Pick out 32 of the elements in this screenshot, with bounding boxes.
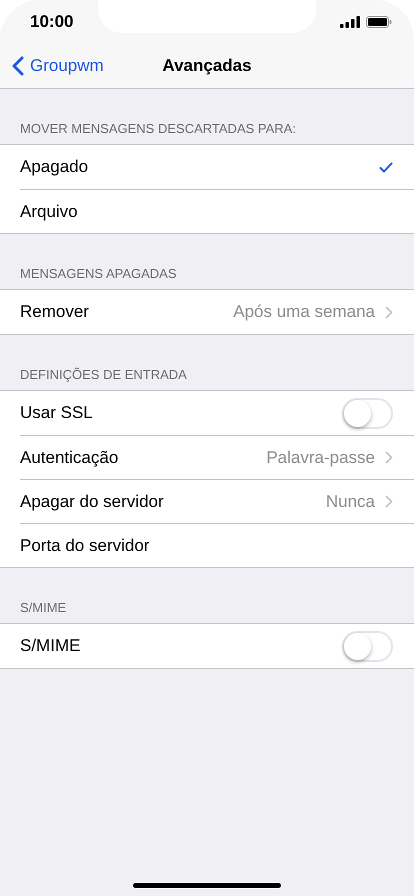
row-label: Apagado bbox=[20, 157, 88, 177]
row-label: Apagar do servidor bbox=[20, 492, 164, 512]
settings-row[interactable]: Apagado bbox=[20, 145, 414, 189]
settings-row[interactable]: Arquivo bbox=[20, 189, 414, 233]
row-label: S/MIME bbox=[20, 636, 80, 656]
signal-icon bbox=[340, 16, 360, 28]
chevron-right-icon bbox=[385, 451, 393, 464]
back-button[interactable]: Groupwm bbox=[0, 56, 104, 76]
row-value: Palavra-passe bbox=[266, 448, 375, 468]
row-label: Usar SSL bbox=[20, 403, 93, 423]
row-value: Após uma semana bbox=[233, 302, 375, 322]
settings-row[interactable]: Apagar do servidor Nunca bbox=[20, 479, 414, 523]
row-label: Arquivo bbox=[20, 202, 78, 222]
chevron-left-icon bbox=[12, 56, 24, 76]
settings-row[interactable]: Usar SSL bbox=[20, 391, 414, 435]
toggle-switch[interactable] bbox=[342, 398, 393, 428]
section-header: MENSAGENS APAGADAS bbox=[20, 266, 177, 281]
row-value: Nunca bbox=[326, 492, 375, 512]
chevron-right-icon bbox=[385, 306, 393, 318]
row-label: Porta do servidor bbox=[20, 536, 150, 556]
settings-row[interactable]: Porta do servidor bbox=[20, 523, 414, 567]
status-time: 10:00 bbox=[30, 12, 74, 32]
section-header: S/MIME bbox=[20, 600, 66, 615]
battery-icon bbox=[366, 16, 392, 28]
toggle-switch[interactable] bbox=[342, 630, 393, 662]
settings-row[interactable]: Autenticação Palavra-passe bbox=[20, 435, 414, 479]
nav-title: Avançadas bbox=[162, 56, 252, 76]
chevron-right-icon bbox=[385, 495, 393, 508]
row-label: Remover bbox=[20, 302, 89, 322]
section-header: MOVER MENSAGENS DESCARTADAS PARA: bbox=[20, 121, 296, 136]
section-header: DEFINIÇÕES DE ENTRADA bbox=[20, 367, 187, 382]
row-label: Autenticação bbox=[20, 448, 118, 468]
